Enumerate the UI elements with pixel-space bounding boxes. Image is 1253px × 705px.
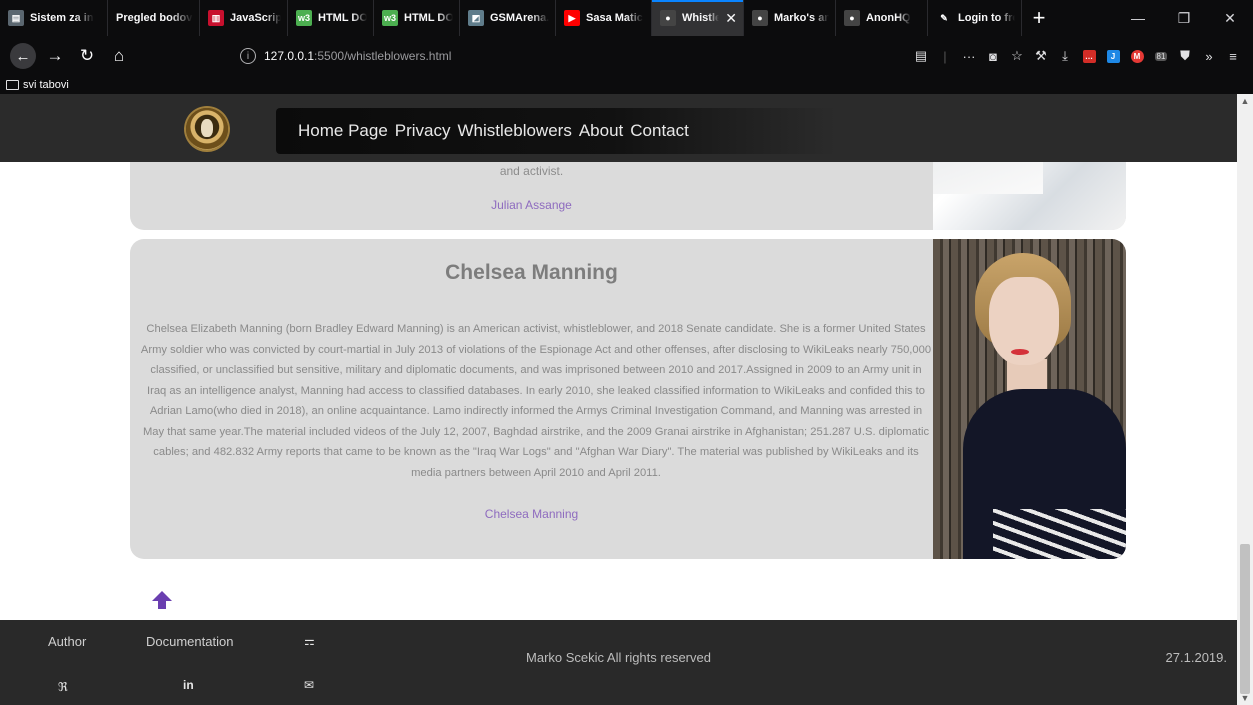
tab-title: GSMArena.c: [490, 12, 549, 24]
nav-link-about[interactable]: About: [579, 121, 623, 141]
bookmark-star-icon[interactable]: ☆: [1005, 44, 1029, 68]
card-link[interactable]: Chelsea Manning: [130, 507, 933, 521]
rss-icon[interactable]: ℜ: [58, 680, 68, 694]
whistleblower-card: Chelsea Manning Chelsea Elizabeth Mannin…: [130, 239, 1126, 559]
extension-badge-icon[interactable]: 81: [1149, 44, 1173, 68]
browser-tab[interactable]: ▥ JavaScript C: [200, 0, 288, 36]
browser-tab[interactable]: Pregled bodova: [108, 0, 200, 36]
wrench-icon[interactable]: ⚒: [1029, 44, 1053, 68]
url-path: :5500/whistleblowers.html: [314, 49, 452, 63]
site-footer: Author Documentation ⚎ Marko Scekic All …: [0, 620, 1237, 705]
nav-link-privacy[interactable]: Privacy: [395, 121, 451, 141]
ublock-icon[interactable]: ⛊: [1173, 44, 1197, 68]
menu-hamburger-icon[interactable]: ≡: [1221, 44, 1245, 68]
tab-title: HTML DOM: [318, 12, 367, 24]
browser-tab[interactable]: ▤ Sistem za in: [0, 0, 108, 36]
card-text: Chelsea Elizabeth Manning (born Bradley …: [140, 323, 932, 479]
nav-link-home-page[interactable]: Home Page: [298, 121, 388, 141]
page-viewport: and activist. Julian Assange Chelsea Man…: [0, 94, 1237, 705]
tab-favicon-icon: ▤: [8, 10, 24, 26]
tab-favicon-icon: w3: [296, 10, 312, 26]
tab-favicon-icon: ◩: [468, 10, 484, 26]
tab-favicon-icon: w3: [382, 10, 398, 26]
page-scrollbar[interactable]: ▲ ▼: [1237, 94, 1253, 705]
back-arrow-icon[interactable]: ←: [10, 43, 36, 69]
tab-favicon-icon: ●: [660, 10, 676, 26]
download-icon[interactable]: ⤓: [1053, 44, 1077, 68]
back-to-top-arrow-icon[interactable]: [150, 588, 174, 612]
browser-tab[interactable]: w3 HTML DOM: [374, 0, 460, 36]
more-actions-icon[interactable]: ···: [957, 44, 981, 68]
tab-title: Pregled bodova: [116, 12, 193, 24]
tab-title: Whistleb: [682, 12, 719, 24]
folder-icon: [6, 80, 19, 90]
footer-copyright: Marko Scekic All rights reserved: [526, 650, 711, 665]
mail-icon[interactable]: ✉: [304, 678, 314, 692]
tab-title: Sasa Matic: [586, 12, 643, 24]
nav-link-whistleblowers[interactable]: Whistleblowers: [458, 121, 572, 141]
url-host: 127.0.0.1: [264, 49, 315, 63]
tab-favicon-icon: ●: [844, 10, 860, 26]
tab-title: AnonHQ: [866, 12, 911, 24]
lastpass-icon[interactable]: …: [1077, 44, 1101, 68]
home-icon[interactable]: ⌂: [106, 43, 132, 69]
sitemap-icon[interactable]: ⚎: [304, 634, 315, 648]
minimize-icon[interactable]: —: [1115, 0, 1161, 36]
toolbar-icons: ▤ | ··· ◙ ☆ ⚒ ⤓ … J M 81 ⛊ » ≡: [909, 44, 1245, 68]
tab-favicon-icon: ▥: [208, 10, 224, 26]
card-link[interactable]: Julian Assange: [130, 198, 933, 212]
tab-title: Marko's anc: [774, 12, 829, 24]
chelsea-manning-photo: [933, 239, 1126, 559]
close-window-icon[interactable]: ✕: [1207, 0, 1253, 36]
new-tab-icon[interactable]: +: [1022, 0, 1056, 36]
separator: |: [943, 48, 947, 64]
site-header: Home Page Privacy Whistleblowers About Conta…: [0, 94, 1237, 162]
site-nav: Home Page Privacy Whistleblowers About Conta…: [276, 108, 836, 154]
browser-navbar: ← → ↻ ⌂ i 127.0.0.1:5500/whistleblowers.…: [0, 36, 1253, 76]
scroll-up-icon[interactable]: ▲: [1237, 94, 1253, 108]
browser-tab[interactable]: ▶ Sasa Matic: [556, 0, 652, 36]
browser-tab[interactable]: ● Marko's anc: [744, 0, 836, 36]
linkedin-icon[interactable]: in: [183, 678, 194, 692]
badge-count: 81: [1154, 51, 1168, 61]
forward-arrow-icon[interactable]: →: [42, 43, 68, 69]
browser-tab[interactable]: ● Whistleb ✕: [652, 0, 744, 36]
info-icon[interactable]: i: [240, 48, 256, 64]
tab-title: Sistem za in: [30, 12, 94, 24]
footer-date: 27.1.2019.: [1165, 650, 1227, 665]
nav-link-contact[interactable]: Contact: [630, 121, 689, 141]
browser-tab[interactable]: w3 HTML DOM: [288, 0, 374, 36]
tab-title: JavaScript C: [230, 12, 281, 24]
overflow-chevron-icon[interactable]: »: [1197, 44, 1221, 68]
anonymous-logo-icon[interactable]: [186, 108, 228, 150]
reload-icon[interactable]: ↻: [74, 43, 100, 69]
tab-title: Login to fre: [958, 12, 1015, 24]
pocket-icon[interactable]: ◙: [981, 44, 1005, 68]
card-title: Chelsea Manning: [445, 261, 618, 284]
m-extension-icon[interactable]: M: [1125, 44, 1149, 68]
window-controls: — ❐ ✕: [1115, 0, 1253, 36]
footer-author-link[interactable]: Author: [48, 634, 86, 649]
tab-title: HTML DOM: [404, 12, 453, 24]
address-bar[interactable]: i 127.0.0.1:5500/whistleblowers.html: [240, 44, 880, 68]
browser-tab-strip: ▤ Sistem za in Pregled bodova ▥ JavaScript C…: [0, 0, 1253, 36]
scrollbar-thumb[interactable]: [1240, 544, 1250, 694]
restore-icon[interactable]: ❐: [1161, 0, 1207, 36]
reader-view-icon[interactable]: ▤: [909, 44, 933, 68]
browser-tab[interactable]: ✎ Login to fre: [928, 0, 1022, 36]
tab-favicon-icon: ✎: [940, 12, 948, 23]
browser-tab[interactable]: ● AnonHQ: [836, 0, 928, 36]
bookmarks-bar: svi tabovi: [0, 76, 1253, 94]
tab-favicon-icon: ▶: [564, 10, 580, 26]
bookmark-folder-label[interactable]: svi tabovi: [23, 79, 69, 91]
scroll-down-icon[interactable]: ▼: [1237, 691, 1253, 705]
browser-tab[interactable]: ◩ GSMArena.c: [460, 0, 556, 36]
footer-documentation-link[interactable]: Documentation: [146, 634, 233, 649]
j-extension-icon[interactable]: J: [1101, 44, 1125, 68]
tab-favicon-icon: ●: [752, 10, 768, 26]
card-text-tail: and activist.: [499, 164, 564, 178]
close-tab-icon[interactable]: ✕: [725, 10, 737, 27]
